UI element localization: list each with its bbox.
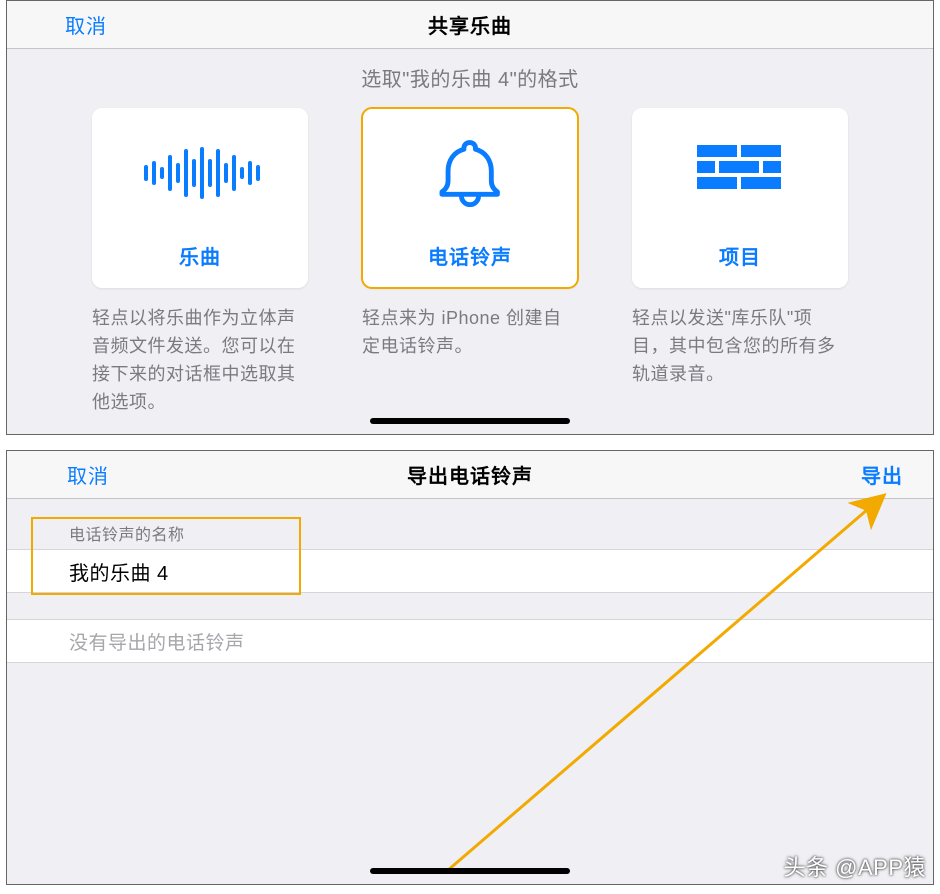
waveform-icon — [92, 108, 308, 238]
card-ringtone-desc: 轻点来为 iPhone 创建自定电话铃声。 — [362, 304, 578, 360]
home-indicator — [370, 868, 570, 874]
cancel-button[interactable]: 取消 — [65, 10, 107, 39]
ringtone-name-caption: 电话铃声的名称 — [69, 521, 185, 545]
card-col-song: 乐曲 轻点以将乐曲作为立体声音频文件发送。您可以在接下来的对话框中选取其他选项。 — [92, 108, 308, 416]
card-project[interactable]: 项目 — [632, 108, 848, 288]
annotation-arrow-icon — [7, 451, 935, 886]
page-title: 共享乐曲 — [7, 10, 933, 39]
page-title: 导出电话铃声 — [7, 460, 933, 489]
navbar: 取消 导出电话铃声 导出 — [7, 451, 933, 499]
format-cards-row: 乐曲 轻点以将乐曲作为立体声音频文件发送。您可以在接下来的对话框中选取其他选项。… — [7, 108, 933, 416]
share-song-panel: 取消 共享乐曲 选取"我的乐曲 4"的格式 — [6, 0, 934, 435]
card-song[interactable]: 乐曲 — [92, 108, 308, 288]
export-button[interactable]: 导出 — [861, 460, 903, 489]
cancel-button[interactable]: 取消 — [67, 460, 109, 489]
home-indicator — [370, 418, 570, 424]
bell-icon — [362, 108, 578, 238]
export-ringtone-panel: 取消 导出电话铃声 导出 电话铃声的名称 我的乐曲 4 没有导出的电话铃声 — [6, 450, 934, 885]
card-project-label: 项目 — [719, 241, 761, 270]
ringtone-name-section: 电话铃声的名称 我的乐曲 4 — [7, 519, 933, 593]
no-exported-ringtone-row: 没有导出的电话铃声 — [7, 619, 933, 663]
card-col-project: 项目 轻点以发送"库乐队"项目，其中包含您的所有多轨道录音。 — [632, 108, 848, 416]
card-song-label: 乐曲 — [179, 241, 221, 270]
card-ringtone-label: 电话铃声 — [428, 241, 512, 270]
format-subtitle: 选取"我的乐曲 4"的格式 — [7, 63, 933, 92]
card-ringtone[interactable]: 电话铃声 — [362, 108, 578, 288]
card-col-ringtone: 电话铃声 轻点来为 iPhone 创建自定电话铃声。 — [362, 108, 578, 416]
card-song-desc: 轻点以将乐曲作为立体声音频文件发送。您可以在接下来的对话框中选取其他选项。 — [92, 304, 308, 416]
card-project-desc: 轻点以发送"库乐队"项目，其中包含您的所有多轨道录音。 — [632, 304, 848, 388]
ringtone-name-input[interactable]: 我的乐曲 4 — [7, 549, 933, 593]
navbar: 取消 共享乐曲 — [7, 1, 933, 49]
bricks-icon — [632, 108, 848, 238]
watermark: 头条 @APP猿 — [784, 850, 926, 882]
